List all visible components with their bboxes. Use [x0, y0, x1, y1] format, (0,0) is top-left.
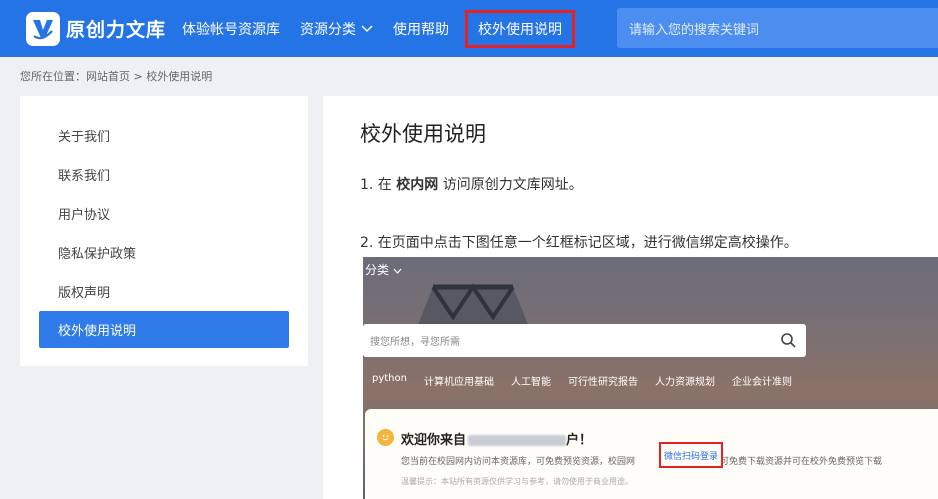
nav-trial-library[interactable]: 体验帐号资源库: [182, 0, 280, 57]
search-input[interactable]: 请输入您的搜索关键词: [617, 8, 938, 48]
page-title: 校外使用说明: [360, 122, 486, 146]
shot-wechat-login-highlight: 微信扫码登录: [659, 442, 724, 468]
shot-welcome-text: 欢迎你来自 户！: [401, 433, 593, 448]
breadcrumb-current: 校外使用说明: [146, 70, 213, 83]
sidebar-item-about[interactable]: 关于我们: [58, 126, 110, 145]
blurred-school-name: [468, 435, 567, 446]
breadcrumb: 您所在位置：网站首页 > 校外使用说明: [20, 70, 213, 83]
shot-tip: 温馨提示：本站所有资源仅供学习与参考，请勿使用于商业用途。: [401, 477, 633, 486]
shot-welcome-card: 欢迎你来自 户！ 您当前在校园网内访问本资源库，可免费预览资源，校园网 后可免费下载…: [365, 409, 938, 499]
shot-description: 您当前在校园网内访问本资源库，可免费预览资源，校园网 后可免费下载资源并可在校外免…: [401, 457, 883, 467]
nav-offcampus-guide[interactable]: 校外使用说明: [465, 9, 576, 48]
shot-tag: 计算机应用基础: [423, 377, 494, 388]
chevron-down-icon: [361, 24, 373, 32]
shot-hot-tags: python 计算机应用基础 人工智能 可行性研究报告 人力资源规划 企业会计准…: [372, 373, 809, 388]
shot-tag: 企业会计准则: [731, 377, 792, 388]
logo-mark-icon: [26, 11, 60, 46]
nav-help[interactable]: 使用帮助: [393, 0, 449, 57]
sidebar-item-contact[interactable]: 联系我们: [58, 165, 110, 184]
chevron-down-icon: [393, 268, 402, 274]
sidebar-item-copyright[interactable]: 版权声明: [58, 282, 110, 301]
sidebar-item-offcampus[interactable]: 校外使用说明: [39, 311, 289, 348]
main-nav: 体验帐号资源库 资源分类 使用帮助 校外使用说明: [182, 0, 576, 57]
sidebar-item-privacy[interactable]: 隐私保护政策: [58, 243, 136, 262]
sidebar-item-agreement[interactable]: 用户协议: [58, 204, 110, 223]
breadcrumb-home-link[interactable]: 网站首页: [86, 70, 130, 83]
site-logo[interactable]: 原创力文库: [26, 11, 167, 46]
step-2: 2. 在页面中点击下图任意一个红框标记区域，进行微信绑定高校操作。: [360, 235, 798, 251]
search-icon: [781, 333, 796, 348]
shot-tag: python: [372, 373, 407, 384]
shot-tag: 人力资源规划: [654, 377, 715, 388]
sidebar: 关于我们 联系我们 用户协议 隐私保护政策 版权声明 校外使用说明: [20, 96, 308, 366]
shot-category: 分类: [363, 261, 402, 278]
shot-search-box: 搜您所想，寻您所需: [363, 324, 806, 357]
top-header: 原创力文库 体验帐号资源库 资源分类 使用帮助 校外使用说明 请输入您的搜索关键…: [0, 0, 938, 57]
shot-tag: 人工智能: [510, 377, 551, 388]
smile-icon: [377, 429, 394, 446]
logo-text: 原创力文库: [66, 19, 167, 41]
step-1: 1. 在 校内网 访问原创力文库网址。: [360, 177, 583, 193]
nav-resource-category[interactable]: 资源分类: [300, 0, 373, 57]
shot-tag: 可行性研究报告: [567, 377, 638, 388]
instruction-screenshot: 分类 搜您所想，寻您所需 python 计算机应用基础 人工智能 可行性研究报告…: [363, 257, 938, 499]
